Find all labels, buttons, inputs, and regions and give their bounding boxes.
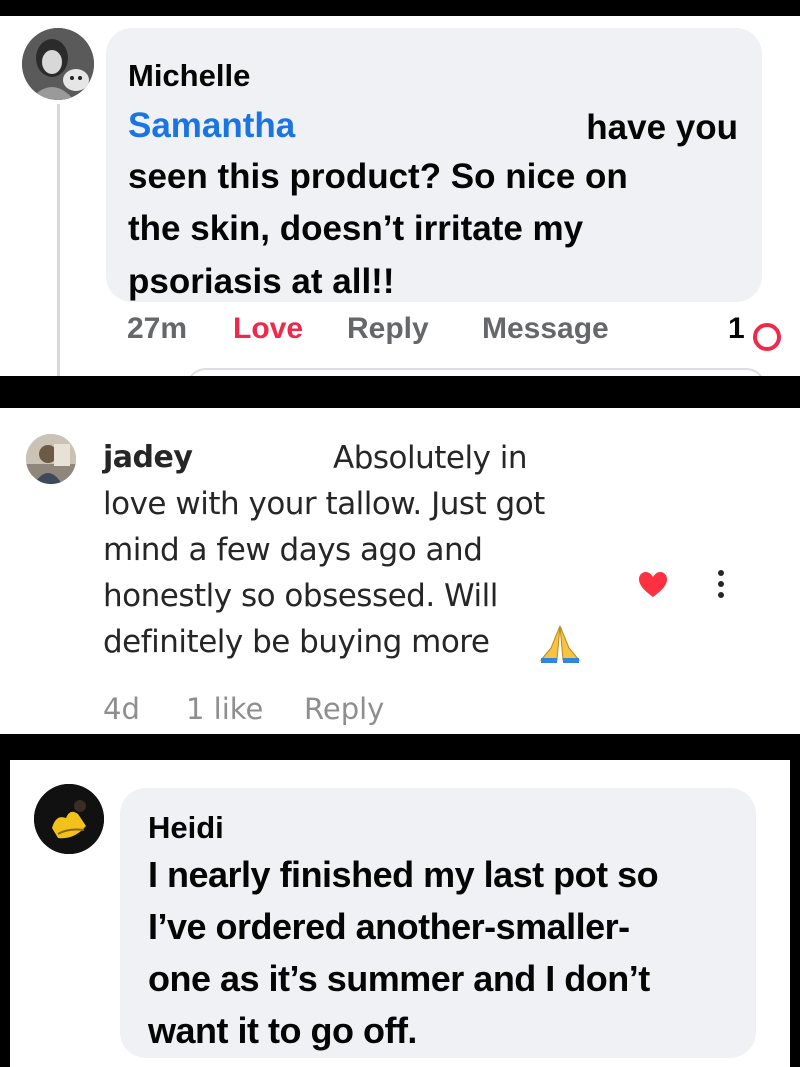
avatar[interactable] [34, 784, 104, 854]
comment-panel-michelle: Michelle Samantha have you seen this pro… [0, 16, 800, 376]
message-button[interactable]: Message [482, 312, 609, 346]
reply-button[interactable]: Reply [347, 312, 429, 346]
comment-timestamp: 27m [127, 312, 188, 345]
comment-text-line: definitely be buying more [103, 624, 490, 660]
comment-text-line: seen this product? So nice on [128, 157, 628, 196]
comment-text-line: have you [586, 108, 738, 147]
comment-panel-jadey: jadey Absolutely in love with your tallo… [0, 408, 800, 734]
avatar[interactable] [26, 434, 76, 484]
comment-timestamp: 4d [103, 692, 140, 726]
comment-text-line: honestly so obsessed. Will [103, 578, 498, 614]
comment-text-line: I nearly finished my last pot so [148, 854, 659, 895]
author-name[interactable]: Michelle [128, 58, 250, 94]
comment-text-line: one as it’s summer and I don’t [148, 958, 650, 999]
comment-text-line: love with your tallow. Just got [103, 486, 545, 522]
comment-text-line: Absolutely in [333, 440, 528, 476]
thread-line [57, 104, 60, 376]
comment-panel-heidi: Heidi I nearly finished my last pot so I… [10, 760, 790, 1067]
folded-hands-icon [539, 625, 581, 663]
comment-text-line: want it to go off. [148, 1010, 417, 1051]
author-name[interactable]: jadey [103, 440, 193, 475]
more-options-icon[interactable] [716, 570, 726, 606]
love-button[interactable]: Love [233, 312, 303, 346]
author-name[interactable]: Heidi [148, 810, 224, 846]
reaction-count[interactable]: 1 [728, 312, 745, 346]
heart-icon[interactable] [638, 571, 668, 599]
heart-reaction-icon[interactable] [753, 323, 781, 351]
like-count[interactable]: 1 like [186, 692, 263, 726]
comment-bubble: Heidi I nearly finished my last pot so I… [120, 788, 756, 1058]
comment-bubble: Michelle Samantha have you seen this pro… [106, 28, 762, 302]
comment-text-line: I’ve ordered another-smaller- [148, 906, 630, 947]
avatar[interactable] [22, 28, 94, 100]
reply-button[interactable]: Reply [304, 692, 384, 726]
comment-text-line: mind a few days ago and [103, 532, 483, 568]
mention-link[interactable]: Samantha [128, 106, 295, 146]
comment-text-line: psoriasis at all!! [128, 262, 395, 301]
reply-input[interactable] [186, 368, 766, 376]
comment-text-line: the skin, doesn’t irritate my [128, 209, 584, 248]
